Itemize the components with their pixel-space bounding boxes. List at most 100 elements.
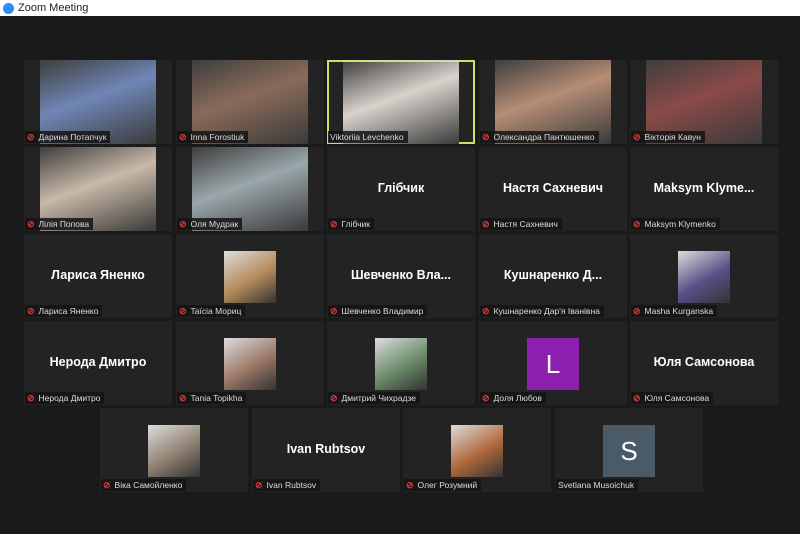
participant-tile[interactable]: Maksym Klyme... ⊘ Maksym Klymenko xyxy=(630,147,778,231)
participant-tile[interactable]: ⊘ Олександра Пантюшенко xyxy=(479,60,627,144)
participant-name-label: ⊘ Настя Сахневич xyxy=(480,218,562,230)
participant-name-label: ⊘ Шевченко Владимир xyxy=(328,305,428,317)
participant-tile[interactable]: ⊘ Inna Forostiuk xyxy=(176,60,324,144)
window-title: Zoom Meeting xyxy=(18,2,89,14)
participant-tile[interactable]: Глібчик ⊘ Глібчик xyxy=(327,147,475,231)
participant-display-name: Нерода Дмитро xyxy=(49,355,147,369)
participant-name-label: ⊘ Нерода Дмитро xyxy=(25,392,105,404)
participant-name: Svetlana Musoichuk xyxy=(558,480,635,490)
muted-mic-icon: ⊘ xyxy=(27,132,35,142)
muted-mic-icon: ⊘ xyxy=(482,219,490,229)
participant-display-name: Лариса Яненко xyxy=(51,268,145,282)
participant-name-label: ⊘ Tania Topikha xyxy=(177,392,247,404)
profile-picture xyxy=(375,338,427,390)
participant-tile[interactable]: L ⊘ Доля Любов xyxy=(479,321,627,405)
participant-tile[interactable]: S Svetlana Musoichuk xyxy=(555,408,703,492)
participant-name: Дмитрий Чихрадзе xyxy=(341,393,416,403)
participant-tile[interactable]: Лариса Яненко ⊘ Лариса Яненко xyxy=(24,234,172,318)
participant-tile[interactable]: Ivan Rubtsov ⊘ Ivan Rubtsov xyxy=(252,408,400,492)
participant-name-label: ⊘ Кушнаренко Дар'я Іванівна xyxy=(480,305,604,317)
participant-name-label: ⊘ Ivan Rubtsov xyxy=(253,479,321,491)
participant-name: Maksym Klymenko xyxy=(644,219,716,229)
participant-display-name: Шевченко Вла... xyxy=(350,268,452,282)
muted-mic-icon: ⊘ xyxy=(27,219,35,229)
initial-avatar: S xyxy=(603,425,655,477)
muted-mic-icon: ⊘ xyxy=(330,306,338,316)
zoom-logo-icon xyxy=(3,2,14,14)
profile-picture xyxy=(148,425,200,477)
participant-tile[interactable]: ⊘ Дарина Потапчук xyxy=(24,60,172,144)
muted-mic-icon: ⊘ xyxy=(633,306,641,316)
participant-name-label: ⊘ Masha Kurganska xyxy=(631,305,718,317)
participant-name: Taïcia Мориц xyxy=(190,306,242,316)
participant-tile[interactable]: Юля Самсонова ⊘ Юля Самсонова xyxy=(630,321,778,405)
participant-name-label: ⊘ Вікторія Кавун xyxy=(631,131,705,143)
participant-tile[interactable]: ⊘ Taïcia Мориц xyxy=(176,234,324,318)
participant-name-label: ⊘ Inna Forostiuk xyxy=(177,131,249,143)
muted-mic-icon: ⊘ xyxy=(27,306,35,316)
participant-name-label: ⊘ Taïcia Мориц xyxy=(177,305,246,317)
participant-tile[interactable]: Настя Сахневич ⊘ Настя Сахневич xyxy=(479,147,627,231)
participant-name-label: ⊘ Віка Самойленко xyxy=(101,479,187,491)
participant-tile[interactable]: ⊘ Олег Розумний xyxy=(403,408,551,492)
participant-name-label: ⊘ Глібчик xyxy=(328,218,375,230)
title-bar: Zoom Meeting xyxy=(0,0,800,16)
participant-name: Tania Topikha xyxy=(190,393,243,403)
participant-name: Доля Любов xyxy=(493,393,542,403)
participant-name: Олександра Пантюшенко xyxy=(493,132,595,142)
participant-name-label: ⊘ Юля Самсонова xyxy=(631,392,714,404)
participant-display-name: Настя Сахневич xyxy=(502,181,604,195)
participant-name-label: ⊘ Maksym Klymenko xyxy=(631,218,720,230)
participant-name: Вікторія Кавун xyxy=(644,132,701,142)
participant-name: Ivan Rubtsov xyxy=(266,480,317,490)
muted-mic-icon: ⊘ xyxy=(179,132,187,142)
muted-mic-icon: ⊘ xyxy=(482,132,490,142)
participant-display-name: Юля Самсонова xyxy=(653,355,755,369)
muted-mic-icon: ⊘ xyxy=(482,306,490,316)
participant-name: Masha Kurganska xyxy=(644,306,714,316)
initial-avatar: L xyxy=(527,338,579,390)
muted-mic-icon: ⊘ xyxy=(482,393,490,403)
participant-name-label: ⊘ Дарина Потапчук xyxy=(25,131,111,143)
muted-mic-icon: ⊘ xyxy=(633,219,641,229)
participant-tile[interactable]: Шевченко Вла... ⊘ Шевченко Владимир xyxy=(327,234,475,318)
participant-name-label: Svetlana Musoichuk xyxy=(556,479,639,491)
participant-name-label: ⊘ Лілія Попова xyxy=(25,218,94,230)
profile-picture xyxy=(678,251,730,303)
participant-tile[interactable]: Кушнаренко Д... ⊘ Кушнаренко Дар'я Іванівн… xyxy=(479,234,627,318)
participant-name: Лілія Попова xyxy=(38,219,90,229)
participant-tile[interactable]: ⊘ Дмитрий Чихрадзе xyxy=(327,321,475,405)
participant-tile[interactable]: Viktoriia Levchenko xyxy=(327,60,475,144)
participant-display-name: Глібчик xyxy=(377,181,425,195)
participant-name: Юля Самсонова xyxy=(644,393,710,403)
muted-mic-icon: ⊘ xyxy=(406,480,414,490)
muted-mic-icon: ⊘ xyxy=(179,393,187,403)
participant-name: Viktoriia Levchenko xyxy=(330,132,404,142)
participant-tile[interactable]: ⊘ Masha Kurganska xyxy=(630,234,778,318)
participant-tile[interactable]: Нерода Дмитро ⊘ Нерода Дмитро xyxy=(24,321,172,405)
participant-display-name: Кушнаренко Д... xyxy=(503,268,603,282)
participant-name-label: ⊘ Лариса Яненко xyxy=(25,305,103,317)
participant-name: Кушнаренко Дар'я Іванівна xyxy=(493,306,600,316)
participant-name-label: ⊘ Доля Любов xyxy=(480,392,546,404)
muted-mic-icon: ⊘ xyxy=(27,393,35,403)
muted-mic-icon: ⊘ xyxy=(179,306,187,316)
participant-tile[interactable]: ⊘ Вікторія Кавун xyxy=(630,60,778,144)
participant-name-label: ⊘ Олександра Пантюшенко xyxy=(480,131,599,143)
participant-name: Олег Розумний xyxy=(417,480,478,490)
muted-mic-icon: ⊘ xyxy=(330,393,338,403)
profile-picture xyxy=(224,338,276,390)
participant-name-label: ⊘ Олег Розумний xyxy=(404,479,482,491)
participant-tile[interactable]: ⊘ Лілія Попова xyxy=(24,147,172,231)
participant-tile[interactable]: ⊘ Оля Мудрак xyxy=(176,147,324,231)
participant-tile[interactable]: ⊘ Віка Самойленко xyxy=(100,408,248,492)
participant-name-label: Viktoriia Levchenko xyxy=(328,131,408,143)
participant-name: Inna Forostiuk xyxy=(190,132,245,142)
participant-display-name: Ivan Rubtsov xyxy=(286,442,366,456)
muted-mic-icon: ⊘ xyxy=(330,219,338,229)
participant-name: Шевченко Владимир xyxy=(341,306,424,316)
muted-mic-icon: ⊘ xyxy=(633,132,641,142)
participant-name-label: ⊘ Оля Мудрак xyxy=(177,218,243,230)
participant-name: Глібчик xyxy=(341,219,371,229)
participant-tile[interactable]: ⊘ Tania Topikha xyxy=(176,321,324,405)
